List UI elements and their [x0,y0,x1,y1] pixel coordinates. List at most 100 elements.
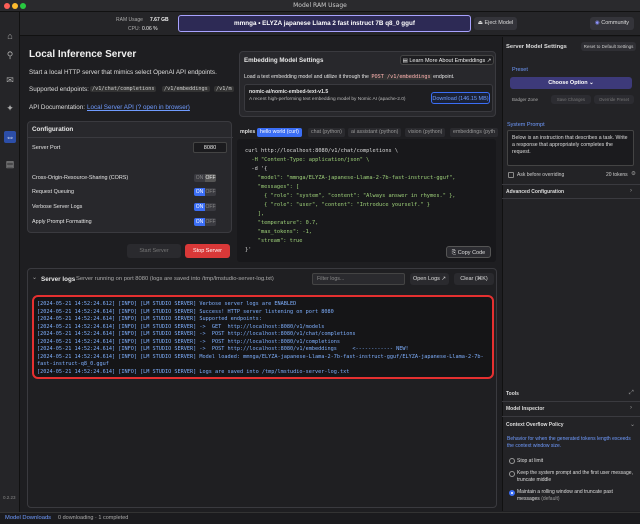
server-icon[interactable]: ⇔ [4,131,16,143]
system-prompt-input[interactable]: Below is an instruction that describes a… [507,130,634,166]
toggle-off: OFF [205,218,216,226]
settings-icon[interactable]: ⚙ [631,171,636,177]
tab-hello-world-curl[interactable]: hello world (curl) [257,128,302,137]
divider [502,184,640,185]
code-example-box: curl http://localhost:8080/v1/chat/compl… [237,139,496,262]
download-embedding-button[interactable]: Download (146.15 MB) [431,92,490,104]
window-title: Model RAM Usage [293,2,347,9]
request-queuing-toggle[interactable]: ON OFF [194,188,216,196]
model-inspector-toggle[interactable]: Model Inspector [506,406,544,412]
nav-sidebar: ⌂ ⚲ ✉ ✦ ⇔ ▤ 0.2.23 [0,12,20,512]
log-line: [2024-05-21 14:52:24.612] [INFO] [LM STU… [37,301,297,307]
system-prompt-label: System Prompt [507,122,545,128]
log-line: [2024-05-21 14:52:24.614] [INFO] [LM STU… [37,331,356,337]
learn-embeddings-button[interactable]: ▤ Learn More About Embeddings ↗ [400,55,494,65]
tab-embeddings-python[interactable]: embeddings (pyth [450,128,499,137]
code-line: ], [245,211,265,217]
endpoint-chat: /v1/chat/completions [90,86,157,92]
log-line: fast-instruct-q8_0.gguf [37,361,109,367]
model-selector[interactable]: mmnga • ELYZA japanese Llama 2 fast inst… [178,15,471,32]
folder-icon[interactable]: ▤ [4,158,16,170]
configuration-panel: Configuration Server Port 8080 Cross-Ori… [27,121,233,233]
code-line: "stream": true [245,238,303,244]
clear-logs-button[interactable]: Clear (⌘K) [454,273,494,285]
chevron-right-icon: › [630,188,632,194]
code-line: "temperature": 0.7, [245,220,319,226]
log-line: [2024-05-21 14:52:24.614] [INFO] [LM STU… [37,346,409,352]
code-line: { "role": "system", "content": "Always a… [245,193,456,199]
token-count: 20 tokens [606,172,628,178]
divider [502,416,640,417]
model-downloads-button[interactable]: Model Downloads [5,515,51,521]
window-titlebar: Model RAM Usage [0,0,640,12]
preset-label: Preset [512,67,528,73]
version-label: 0.2.23 [3,495,16,500]
endpoint-embeddings: /v1/embeddings [162,86,210,92]
copy-code-button[interactable]: ⎘ Copy Code [446,246,491,258]
verbose-logs-toggle[interactable]: ON OFF [194,203,216,211]
radio-stop-at-limit[interactable] [509,458,515,464]
eject-model-button[interactable]: ⏏ Eject Model [474,17,517,30]
option-label: Stop at limit [517,458,544,464]
override-preset-button[interactable]: Override Preset [594,95,634,104]
ask-before-overriding-checkbox[interactable] [508,172,514,178]
open-logs-button[interactable]: Open Logs ↗ [410,273,449,285]
chevron-down-icon: ⌄ [587,80,594,86]
radio-keep-system-prompt[interactable] [509,471,515,477]
server-port-label: Server Port [32,145,61,151]
save-changes-button[interactable]: Save Changes [551,95,591,104]
home-icon[interactable]: ⌂ [4,30,16,42]
toggle-off: OFF [205,203,216,211]
embedding-desc: Load a text embedding model and utilize … [244,74,454,80]
cors-toggle[interactable]: ON OFF [194,174,216,182]
preset-zone-label: Badger Zone [512,97,539,102]
chevron-right-icon: › [630,405,632,411]
prompt-formatting-toggle[interactable]: ON OFF [194,218,216,226]
search-icon[interactable]: ⚲ [4,49,16,61]
embedding-model-desc: A recent high-performing text embedding … [249,97,406,102]
community-button[interactable]: ◉ Community [590,17,634,30]
embedding-title: Embedding Model Settings [244,57,324,64]
embedding-model-name: nomic-ai/nomic-embed-text-v1.5 [249,89,329,95]
tab-vision-python[interactable]: vision (python) [405,128,446,137]
embedding-desc-end: endpoint. [433,74,455,80]
divider [502,198,640,199]
server-port-input[interactable]: 8080 [193,142,227,153]
expand-icon[interactable]: ⤢ [629,390,634,397]
divider [28,137,233,138]
advanced-config-toggle[interactable]: Advanced Configuration [506,189,564,195]
endpoint-models: /v1/m [214,86,234,92]
open-logs-label: Open Logs [412,276,440,282]
playground-icon[interactable]: ✦ [4,102,16,114]
embedding-endpoint-code: POST /v1/embeddings [370,74,432,80]
stop-server-button[interactable]: Stop Server [185,244,230,258]
embedding-settings-panel: Embedding Model Settings ▤ Learn More Ab… [239,51,496,117]
option-label: Maintain a rolling window and truncate p… [517,489,635,503]
chevron-down-icon[interactable]: ⌄ [630,421,635,428]
bottom-status-bar: Model Downloads 0 downloading · 1 comple… [0,512,640,524]
filter-logs-input[interactable]: Filter logs... [312,273,405,285]
api-doc-link[interactable]: Local Server API (? open in browser) [87,104,190,111]
api-doc-label: API Documentation: [29,104,86,111]
config-row-label: Request Queuing [32,189,74,195]
preset-dropdown[interactable]: Choose Option ⌄ [510,77,632,89]
reset-defaults-button[interactable]: Reset to Default Settings [581,42,636,51]
toggle-on: ON [194,174,205,182]
radio-rolling-window[interactable] [509,490,515,496]
tab-ai-assistant-python[interactable]: ai assistant (python) [348,128,402,137]
cpu-label: CPU: [128,26,140,32]
ask-before-overriding-label: Ask before overriding [517,172,565,178]
tab-chat-python[interactable]: chat (python) [308,128,345,137]
chevron-down-icon[interactable]: ⌄ [32,274,37,281]
start-server-button[interactable]: Start Server [127,244,181,258]
copy-code-label: Copy Code [457,250,486,256]
log-line: [2024-05-21 14:52:24.614] [INFO] [LM STU… [37,353,484,360]
eject-model-label: Eject Model [484,20,514,26]
config-row-label: Cross-Origin-Resource-Sharing (CORS) [32,175,129,181]
chat-icon[interactable]: ✉ [4,74,16,86]
default-tag: (default) [541,496,560,502]
code-line: "max_tokens": -1, [245,229,312,235]
toggle-on: ON [194,188,205,196]
configuration-title: Configuration [32,126,74,133]
server-logs-title: Server logs [41,276,76,283]
